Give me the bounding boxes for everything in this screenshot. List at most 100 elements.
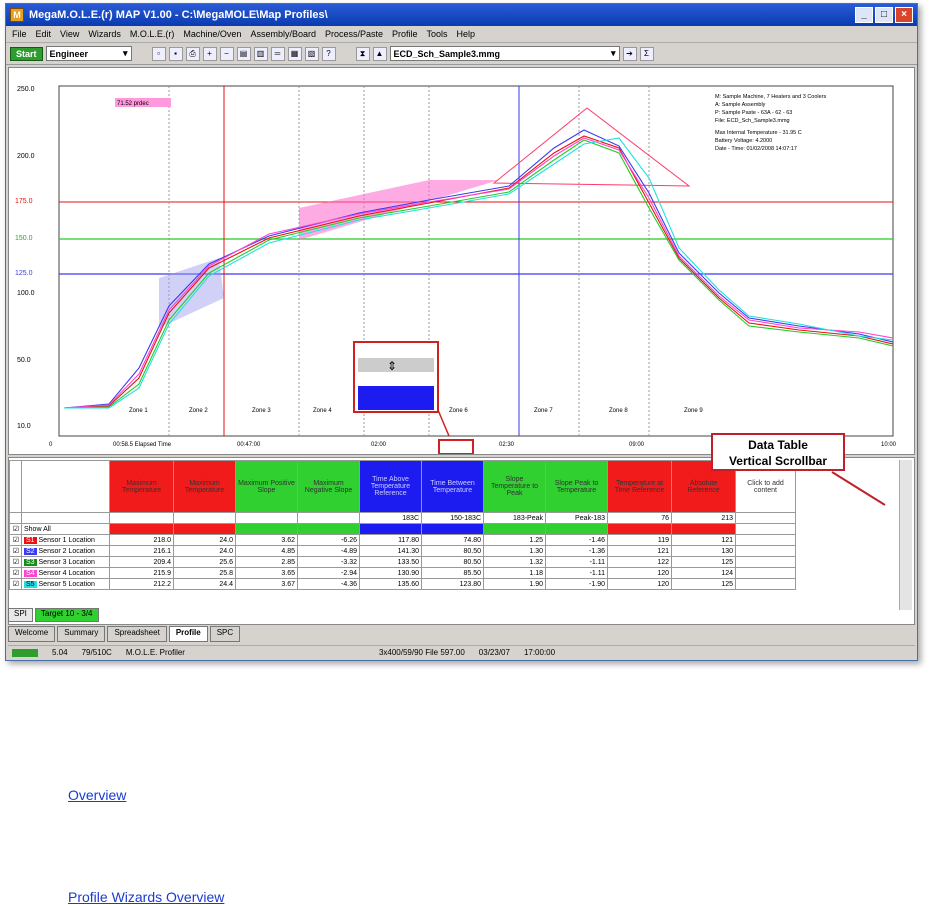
col-header[interactable]: Maximum Negative Slope <box>297 460 360 513</box>
col-header[interactable]: Maximum Temperature <box>173 460 236 513</box>
col-header[interactable]: Time Above Temperature Reference <box>359 460 422 513</box>
tab-spi[interactable]: SPI <box>8 608 33 622</box>
menu-assembly-board[interactable]: Assembly/Board <box>250 29 316 39</box>
folder-icon[interactable]: ▤ <box>236 46 251 61</box>
status-value: 79/510C <box>81 648 112 657</box>
data-table[interactable]: Maximum Temperature Maximum Temperature … <box>8 457 915 625</box>
table-cell: -1.90 <box>545 578 608 590</box>
table-row: ☑ S1 Sensor 1 Location 218.0 24.0 3.62 -… <box>9 534 796 546</box>
table-cell: 124 <box>671 567 736 579</box>
row-checkbox[interactable]: ☑ <box>9 556 22 568</box>
menu-view[interactable]: View <box>60 29 79 39</box>
scrollbar-callout: Data Table Vertical Scrollbar <box>711 433 845 471</box>
user-level-select[interactable]: Engineer ▾ <box>45 46 132 61</box>
hourglass-icon[interactable]: ⧗ <box>355 46 370 61</box>
grid-icon[interactable]: ▦ <box>287 46 302 61</box>
zoom-in-icon[interactable]: + <box>202 46 217 61</box>
col-header[interactable]: Maximum Temperature <box>109 460 174 513</box>
tab-profile[interactable]: Profile <box>168 626 208 642</box>
zone-label: Zone 6 <box>449 408 468 414</box>
chart-icon[interactable]: ▥ <box>253 46 268 61</box>
x-tick-label: 02:30 <box>499 442 515 448</box>
spec-cell <box>109 512 174 524</box>
minimize-button[interactable]: _ <box>855 7 873 23</box>
close-button[interactable]: × <box>895 7 913 23</box>
inner-tab-strip: SPI Target 10 - 3/4 <box>8 608 99 622</box>
menu-process-paste[interactable]: Process/Paste <box>325 29 383 39</box>
tab-welcome[interactable]: Welcome <box>8 626 56 642</box>
row-checkbox[interactable]: ☑ <box>9 534 22 546</box>
y-tick-label: 175.0 <box>15 198 33 205</box>
status-time: 17:00:00 <box>523 648 556 657</box>
sensor-id-badge: S2 <box>24 547 37 555</box>
menu-profile[interactable]: Profile <box>392 29 418 39</box>
maximize-button[interactable]: □ <box>875 7 893 23</box>
overview-link[interactable]: Overview <box>68 787 126 803</box>
table-cell: 1.30 <box>483 545 546 557</box>
chevron-down-icon: ▾ <box>122 48 128 58</box>
sensor-id-badge: S5 <box>24 580 37 588</box>
ruler-icon[interactable]: ═ <box>270 46 285 61</box>
arrow-right-icon[interactable]: ➔ <box>622 46 637 61</box>
spec-cell <box>235 512 298 524</box>
menu-file[interactable]: File <box>12 29 27 39</box>
table-icon[interactable]: ▧ <box>304 46 319 61</box>
table-cell: 212.2 <box>109 578 174 590</box>
menu-tools[interactable]: Tools <box>427 29 448 39</box>
profile-wizards-link[interactable]: Profile Wizards Overview <box>68 889 224 905</box>
sigma-icon[interactable]: Σ <box>639 46 654 61</box>
callout-line-2: Vertical Scrollbar <box>728 454 828 468</box>
new-file-icon[interactable]: ▫ <box>151 46 166 61</box>
info-line: Max Internal Temperature - 31.95 C <box>715 130 802 136</box>
col-header[interactable]: Slope Peak to Temperature <box>545 460 608 513</box>
print-icon[interactable]: ⎙ <box>185 46 200 61</box>
tab-summary[interactable]: Summary <box>57 626 106 642</box>
menu-edit[interactable]: Edit <box>36 29 52 39</box>
zoom-out-icon[interactable]: − <box>219 46 234 61</box>
y-tick-label: 150.0 <box>15 235 33 242</box>
help-icon[interactable]: ? <box>321 46 336 61</box>
menu-help[interactable]: Help <box>457 29 476 39</box>
menu-mole[interactable]: M.O.L.E.(r) <box>130 29 175 39</box>
row-checkbox[interactable]: ☑ <box>9 567 22 579</box>
table-cell: -4.36 <box>297 578 360 590</box>
y-tick-label: 10.0 <box>17 423 31 430</box>
zoom-inset-blue <box>358 386 434 410</box>
app-window: M MegaM.O.L.E.(r) MAP V1.00 - C:\MegaMOL… <box>5 3 918 661</box>
table-cell: 1.25 <box>483 534 546 546</box>
info-line: Battery Voltage: 4.2000 <box>715 138 772 144</box>
info-line: A: Sample Assembly <box>715 102 766 108</box>
col-header[interactable]: Maximum Positive Slope <box>235 460 298 513</box>
menu-wizards[interactable]: Wizards <box>88 29 121 39</box>
table-cell: -1.46 <box>545 534 608 546</box>
info-line: Date - Time: 01/02/2008 14:07:17 <box>715 146 797 152</box>
splitter-highlight[interactable] <box>438 439 474 455</box>
x-tick-label: 10:00 <box>881 442 897 448</box>
table-cell: 25.6 <box>173 556 236 568</box>
profile-chart[interactable]: 250.0 200.0 175.0 150.0 125.0 100.0 50.0… <box>8 67 915 455</box>
menu-machine-oven[interactable]: Machine/Oven <box>183 29 241 39</box>
show-all-checkbox[interactable]: ☑ <box>9 523 22 535</box>
col-header[interactable]: Temperature at Time Reference <box>607 460 672 513</box>
table-cell: 141.30 <box>359 545 422 557</box>
table-cell: -6.26 <box>297 534 360 546</box>
table-cell: 218.0 <box>109 534 174 546</box>
profile-file-select[interactable]: ECD_Sch_Sample3.mmg ▾ <box>389 46 620 61</box>
save-icon[interactable]: ▪ <box>168 46 183 61</box>
col-header[interactable]: Time Between Temperature <box>421 460 484 513</box>
start-button[interactable]: Start <box>10 46 43 61</box>
tab-spreadsheet[interactable]: Spreadsheet <box>107 626 167 642</box>
data-table-vertical-scrollbar[interactable] <box>899 460 912 610</box>
tab-spc[interactable]: SPC <box>209 626 241 642</box>
arrow-up-icon[interactable]: ▲ <box>372 46 387 61</box>
col-header[interactable]: Slope Temperature to Peak <box>483 460 546 513</box>
row-checkbox[interactable]: ☑ <box>9 545 22 557</box>
battery-icon <box>12 648 38 657</box>
callout-arrow <box>831 471 886 506</box>
tab-target[interactable]: Target 10 - 3/4 <box>34 608 99 622</box>
menu-bar: File Edit View Wizards M.O.L.E.(r) Machi… <box>6 26 917 43</box>
user-level-value: Engineer <box>49 48 89 59</box>
sensor-name: Sensor 1 Location <box>38 536 95 544</box>
row-checkbox[interactable]: ☑ <box>9 578 22 590</box>
info-line: File: ECD_Sch_Sample3.mmg <box>715 118 790 124</box>
